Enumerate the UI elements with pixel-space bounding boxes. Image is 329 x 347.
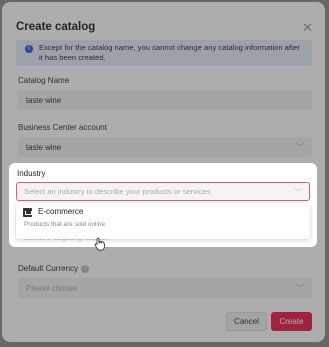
help-icon[interactable]: ? (81, 264, 90, 273)
business-center-value: taste wine (26, 142, 62, 152)
industry-dropdown: E-commerce Products that are sold online (16, 203, 310, 239)
cancel-button[interactable]: Cancel (226, 312, 267, 331)
info-text: Except for the catalog name, you cannot … (39, 43, 300, 62)
industry-option-ecommerce[interactable]: E-commerce Products that are sold online (16, 203, 310, 233)
modal-title: Create catalog (16, 21, 96, 33)
default-currency-placeholder: Please choose (26, 283, 78, 293)
option-title: E-commerce (38, 207, 84, 216)
business-center-label: Business Center account (18, 123, 107, 132)
catalog-name-label: Catalog Name (18, 76, 70, 85)
business-center-select[interactable]: taste wine ﹀ (18, 137, 312, 157)
default-currency-label-text: Default Currency (18, 264, 79, 273)
industry-placeholder: Select an industry to describe your prod… (24, 187, 211, 196)
create-button[interactable]: Create (271, 312, 312, 331)
chevron-down-icon: ﹀ (294, 188, 302, 197)
close-icon[interactable]: ✕ (302, 21, 313, 34)
industry-label: Industry (17, 169, 46, 178)
hand-cursor-icon (94, 237, 105, 251)
cart-icon (23, 208, 32, 217)
catalog-name-value: taste wine (26, 95, 62, 105)
catalog-name-input[interactable]: taste wine (18, 90, 312, 110)
chevron-down-icon: ﹀ (296, 284, 304, 293)
modal-header: Create catalog ✕ (16, 18, 313, 36)
info-banner: i Except for the catalog name, you canno… (16, 40, 312, 66)
default-currency-label: Default Currency? (18, 264, 90, 273)
industry-select[interactable]: Select an industry to describe your prod… (16, 182, 310, 201)
chevron-down-icon: ﹀ (296, 143, 304, 152)
industry-spotlight: Industry Select an industry to describe … (9, 163, 317, 247)
option-description: Products that are sold online (24, 221, 105, 228)
info-icon: i (25, 45, 33, 53)
default-currency-select[interactable]: Please choose ﹀ (18, 278, 312, 298)
